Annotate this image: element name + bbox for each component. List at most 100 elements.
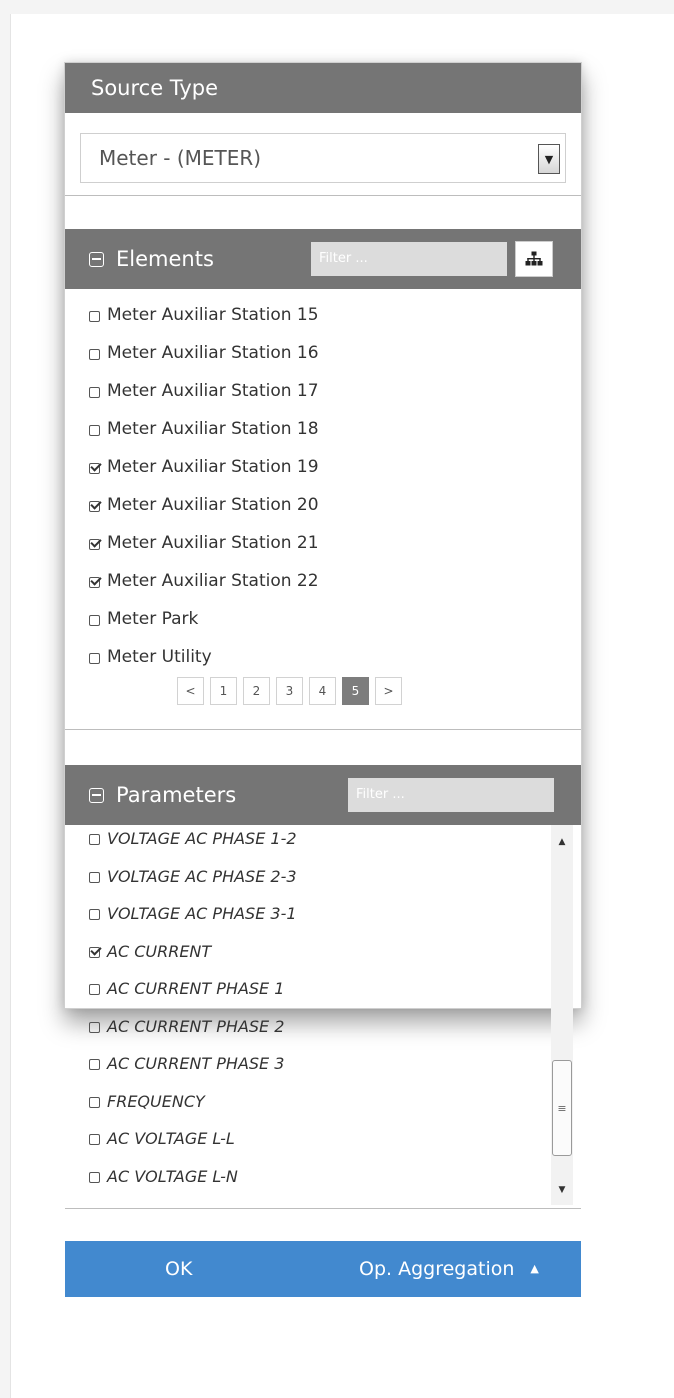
parameters-item-label: FREQUENCY	[107, 1091, 205, 1111]
elements-filter-input[interactable]: Filter ...	[311, 242, 507, 276]
parameters-scroll-area[interactable]: VOLTAGE AC PHASE 1-2 VOLTAGE AC PHASE 2-3…	[65, 825, 581, 1205]
elements-item-label: Meter Utility	[107, 647, 212, 667]
window-frame-left	[0, 0, 10, 1398]
parameters-item[interactable]: AC CURRENT	[89, 933, 316, 971]
checkbox-icon[interactable]	[89, 424, 100, 436]
section-divider	[65, 1208, 581, 1209]
parameters-item-label: AC CURRENT PHASE 3	[107, 1054, 285, 1074]
checkbox-icon[interactable]	[89, 386, 100, 398]
elements-item[interactable]: Meter Auxiliar Station 20	[89, 486, 319, 524]
parameters-item[interactable]: VOLTAGE AC PHASE 1-2	[89, 825, 316, 858]
page-prev-button[interactable]: <	[177, 677, 204, 705]
scroll-up-icon[interactable]: ▲	[551, 833, 573, 851]
parameters-header: Parameters Filter ...	[65, 765, 581, 825]
ok-button[interactable]: OK	[165, 1241, 192, 1297]
elements-item-label: Meter Auxiliar Station 21	[107, 533, 319, 553]
collapse-icon[interactable]	[89, 251, 104, 267]
parameters-item-label: VOLTAGE AC PHASE 2-3	[107, 866, 297, 886]
elements-item-label: Meter Auxiliar Station 18	[107, 419, 319, 439]
collapse-icon[interactable]	[89, 787, 104, 803]
section-divider	[65, 729, 581, 730]
checkbox-checked-icon[interactable]	[89, 500, 100, 512]
page-2-button[interactable]: 2	[243, 677, 270, 705]
parameters-item-label: AC CURRENT PHASE 2	[107, 1016, 285, 1036]
elements-item[interactable]: Meter Auxiliar Station 18	[89, 410, 319, 448]
checkbox-icon[interactable]	[89, 1171, 100, 1183]
parameters-title: Parameters	[116, 783, 237, 807]
page-1-button[interactable]: 1	[210, 677, 237, 705]
selection-panel: Source Type Meter - (METER) ▼ Elements F…	[64, 62, 582, 1297]
elements-item[interactable]: Meter Auxiliar Station 15	[89, 296, 319, 334]
parameters-item-label: BOARD STATUS 2 (BEEB)A	[107, 1204, 316, 1205]
page-3-button[interactable]: 3	[276, 677, 303, 705]
elements-item[interactable]: Meter Auxiliar Station 21	[89, 524, 319, 562]
parameters-item-label: VOLTAGE AC PHASE 3-1	[107, 904, 297, 924]
parameters-item[interactable]: AC CURRENT PHASE 3	[89, 1045, 316, 1083]
parameters-title-group[interactable]: Parameters	[89, 765, 236, 825]
elements-title-group[interactable]: Elements	[89, 229, 214, 289]
scroll-thumb[interactable]: ≡	[552, 1060, 572, 1156]
footer-bar: OK Op. Aggregation ▲	[65, 1241, 581, 1297]
elements-item-label: Meter Park	[107, 609, 199, 629]
parameters-item-label: AC VOLTAGE L-L	[107, 1129, 235, 1149]
checkbox-icon[interactable]	[89, 1059, 100, 1071]
elements-item-label: Meter Auxiliar Station 17	[107, 381, 319, 401]
pagination: < 1 2 3 4 5 >	[177, 677, 402, 705]
parameters-item-label: AC CURRENT PHASE 1	[107, 979, 285, 999]
page-5-button[interactable]: 5	[342, 677, 369, 705]
elements-title: Elements	[116, 247, 214, 271]
checkbox-icon[interactable]	[89, 871, 100, 883]
page-next-button[interactable]: >	[375, 677, 402, 705]
elements-item[interactable]: Meter Auxiliar Station 19	[89, 448, 319, 486]
elements-item[interactable]: Meter Utility	[89, 638, 319, 676]
caret-down-icon[interactable]: ▼	[538, 144, 560, 174]
checkbox-icon[interactable]	[89, 614, 100, 626]
source-type-header: Source Type	[65, 63, 581, 113]
checkbox-icon[interactable]	[89, 1021, 100, 1033]
sitemap-icon[interactable]	[515, 241, 553, 277]
elements-item-label: Meter Auxiliar Station 20	[107, 495, 319, 515]
checkbox-icon[interactable]	[89, 1096, 100, 1108]
checkbox-checked-icon[interactable]	[89, 462, 100, 474]
source-type-select[interactable]: Meter - (METER) ▼	[80, 133, 566, 183]
source-type-value: Meter - (METER)	[99, 146, 262, 170]
parameters-item[interactable]: BOARD STATUS 2 (BEEB)A	[89, 1195, 316, 1205]
op-aggregation-button[interactable]: Op. Aggregation ▲	[359, 1241, 539, 1297]
page-4-button[interactable]: 4	[309, 677, 336, 705]
elements-item[interactable]: Meter Auxiliar Station 22	[89, 562, 319, 600]
window-frame-top	[0, 0, 674, 14]
checkbox-icon[interactable]	[89, 652, 100, 664]
elements-item-label: Meter Auxiliar Station 16	[107, 343, 319, 363]
parameters-item-label: VOLTAGE AC PHASE 1-2	[107, 829, 297, 849]
checkbox-checked-icon[interactable]	[89, 538, 100, 550]
checkbox-icon[interactable]	[89, 834, 100, 846]
checkbox-icon[interactable]	[89, 1134, 100, 1146]
checkbox-icon[interactable]	[89, 310, 100, 322]
elements-item[interactable]: Meter Auxiliar Station 17	[89, 372, 319, 410]
elements-list: Meter Auxiliar Station 15 Meter Auxiliar …	[89, 296, 319, 676]
parameters-item[interactable]: VOLTAGE AC PHASE 3-1	[89, 895, 316, 933]
parameters-item[interactable]: VOLTAGE AC PHASE 2-3	[89, 858, 316, 896]
caret-up-icon: ▲	[530, 1262, 539, 1275]
parameters-filter-input[interactable]: Filter ...	[348, 778, 554, 812]
parameters-item[interactable]: AC VOLTAGE L-N	[89, 1158, 316, 1196]
elements-item-label: Meter Auxiliar Station 15	[107, 305, 319, 325]
elements-item[interactable]: Meter Park	[89, 600, 319, 638]
checkbox-icon[interactable]	[89, 348, 100, 360]
parameters-item[interactable]: AC CURRENT PHASE 2	[89, 1008, 316, 1046]
parameters-scrollbar[interactable]: ▲ ≡ ▼	[551, 825, 573, 1205]
parameters-list: VOLTAGE AC PHASE 1-2 VOLTAGE AC PHASE 2-3…	[89, 825, 316, 1205]
parameters-item[interactable]: FREQUENCY	[89, 1083, 316, 1121]
parameters-item-label: AC VOLTAGE L-N	[107, 1166, 238, 1186]
parameters-item[interactable]: AC VOLTAGE L-L	[89, 1120, 316, 1158]
elements-header: Elements Filter ...	[65, 229, 581, 289]
section-divider	[65, 195, 581, 196]
op-aggregation-label: Op. Aggregation	[359, 1258, 515, 1280]
scroll-down-icon[interactable]: ▼	[551, 1181, 573, 1199]
checkbox-icon[interactable]	[89, 984, 100, 996]
checkbox-checked-icon[interactable]	[89, 946, 100, 958]
checkbox-icon[interactable]	[89, 909, 100, 921]
checkbox-checked-icon[interactable]	[89, 576, 100, 588]
parameters-item[interactable]: AC CURRENT PHASE 1	[89, 970, 316, 1008]
elements-item[interactable]: Meter Auxiliar Station 16	[89, 334, 319, 372]
